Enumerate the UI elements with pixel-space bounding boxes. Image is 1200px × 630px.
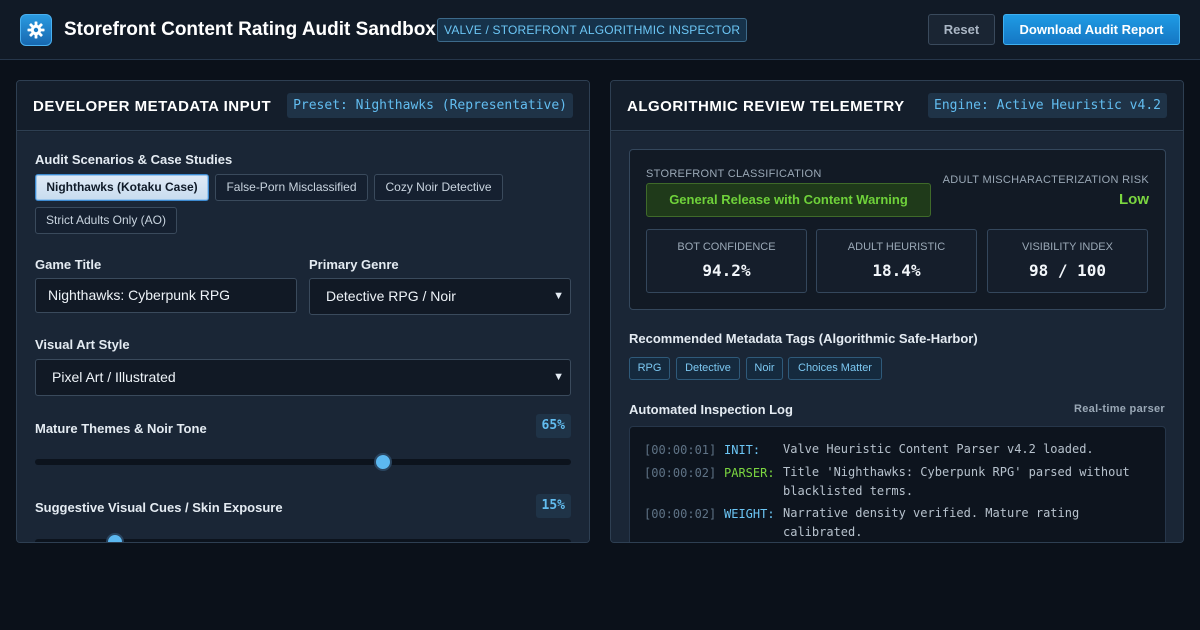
app-title: Storefront Content Rating Audit Sandbox: [64, 19, 436, 40]
log-timestamp: [00:00:02]: [644, 466, 717, 480]
panel-header: DEVELOPER METADATA INPUT Preset: Nightha…: [17, 81, 589, 131]
slider-value-suggestive-cues: 15%: [535, 494, 571, 518]
panel-title: ALGORITHMIC REVIEW TELEMETRY: [627, 98, 905, 115]
metric-value: 18.4%: [872, 261, 921, 280]
reset-button[interactable]: Reset: [928, 14, 995, 45]
scenario-chip-adults-only[interactable]: Strict Adults Only (AO): [35, 207, 177, 234]
log-key: PARSER:: [724, 466, 775, 480]
log-key: INIT:: [724, 443, 761, 457]
developer-metadata-panel: DEVELOPER METADATA INPUT Preset: Nightha…: [16, 80, 590, 543]
genre-label: Primary Genre: [309, 257, 399, 272]
risk-value: Low: [1119, 191, 1149, 208]
risk-label: ADULT MISCHARACTERIZATION RISK: [942, 174, 1149, 186]
metric-label: BOT CONFIDENCE: [677, 241, 776, 253]
log-timestamp: [00:00:01]: [644, 443, 717, 457]
scenario-chip-cozy-noir[interactable]: Cozy Noir Detective: [374, 174, 503, 201]
panel-body: Audit Scenarios & Case Studies Nighthawk…: [17, 132, 589, 542]
slider-label-mature-themes: Mature Themes & Noir Tone: [35, 421, 207, 436]
inspection-log: [00:00:01] INIT: Valve Heuristic Content…: [629, 426, 1166, 542]
preset-badge: Preset: Nighthawks (Representative): [287, 93, 573, 118]
metric-bot-confidence: BOT CONFIDENCE 94.2%: [646, 229, 807, 293]
art-style-label: Visual Art Style: [35, 337, 130, 352]
slider-thumb[interactable]: [374, 453, 393, 471]
log-timestamp: [00:00:02]: [644, 507, 717, 521]
panel-header: ALGORITHMIC REVIEW TELEMETRY Engine: Act…: [611, 81, 1183, 131]
gear-icon: [20, 14, 52, 46]
slider-thumb[interactable]: [106, 533, 125, 542]
engine-badge: Engine: Active Heuristic v4.2: [928, 93, 1167, 118]
metric-value: 98 / 100: [1028, 261, 1107, 280]
scenario-chip-nighthawks[interactable]: Nighthawks (Kotaku Case): [35, 174, 209, 201]
log-message: Title 'Nighthawks: Cyberpunk RPG' parsed…: [783, 465, 1130, 498]
metric-value: 94.2%: [702, 261, 751, 280]
scenarios-label: Audit Scenarios & Case Studies: [35, 152, 233, 167]
panel-body: STOREFRONT CLASSIFICATION General Releas…: [611, 132, 1183, 542]
log-hint: Real-time parser: [1073, 403, 1165, 415]
slider-value-mature-themes: 65%: [535, 414, 571, 438]
panel-title: DEVELOPER METADATA INPUT: [33, 98, 272, 115]
art-style-value: Pixel Art / Illustrated: [52, 369, 176, 385]
telemetry-panel: ALGORITHMIC REVIEW TELEMETRY Engine: Act…: [610, 80, 1184, 543]
slider-label-suggestive-cues: Suggestive Visual Cues / Skin Exposure: [35, 500, 283, 515]
metric-label: VISIBILITY INDEX: [1022, 241, 1113, 253]
chevron-down-icon: ▼: [553, 371, 564, 383]
log-label: Automated Inspection Log: [629, 402, 793, 417]
metric-visibility-index: VISIBILITY INDEX 98 / 100: [987, 229, 1148, 293]
tag-chip[interactable]: Noir: [746, 357, 783, 380]
genre-select[interactable]: Detective RPG / Noir ▼: [309, 278, 571, 315]
tag-chip[interactable]: Detective: [676, 357, 740, 380]
classification-badge: General Release with Content Warning: [646, 183, 931, 217]
classification-card: STOREFRONT CLASSIFICATION General Releas…: [629, 149, 1166, 310]
log-key: WEIGHT:: [724, 507, 775, 521]
metric-label: ADULT HEURISTIC: [847, 241, 946, 253]
app-header: Storefront Content Rating Audit Sandbox …: [0, 0, 1200, 60]
inspector-badge: VALVE / STOREFRONT ALGORITHMIC INSPECTOR: [437, 18, 748, 42]
genre-value: Detective RPG / Noir: [326, 288, 456, 304]
tag-chip[interactable]: RPG: [629, 357, 670, 380]
game-title-label: Game Title: [35, 257, 102, 272]
scenario-chip-false-porn[interactable]: False-Porn Misclassified: [215, 174, 368, 201]
chevron-down-icon: ▼: [553, 290, 564, 302]
art-style-select[interactable]: Pixel Art / Illustrated ▼: [35, 359, 571, 396]
metric-adult-heuristic: ADULT HEURISTIC 18.4%: [816, 229, 977, 293]
tags-label: Recommended Metadata Tags (Algorithmic S…: [629, 331, 978, 346]
log-message: Valve Heuristic Content Parser v4.2 load…: [783, 442, 1094, 456]
tag-chip[interactable]: Choices Matter: [788, 357, 882, 380]
download-report-button[interactable]: Download Audit Report: [1003, 14, 1180, 45]
log-message: Narrative density verified. Mature ratin…: [783, 506, 1080, 539]
game-title-input[interactable]: Nighthawks: Cyberpunk RPG: [35, 278, 297, 313]
mature-themes-slider[interactable]: [35, 453, 571, 471]
classification-label: STOREFRONT CLASSIFICATION: [646, 168, 822, 180]
suggestive-cues-slider[interactable]: [35, 533, 571, 542]
